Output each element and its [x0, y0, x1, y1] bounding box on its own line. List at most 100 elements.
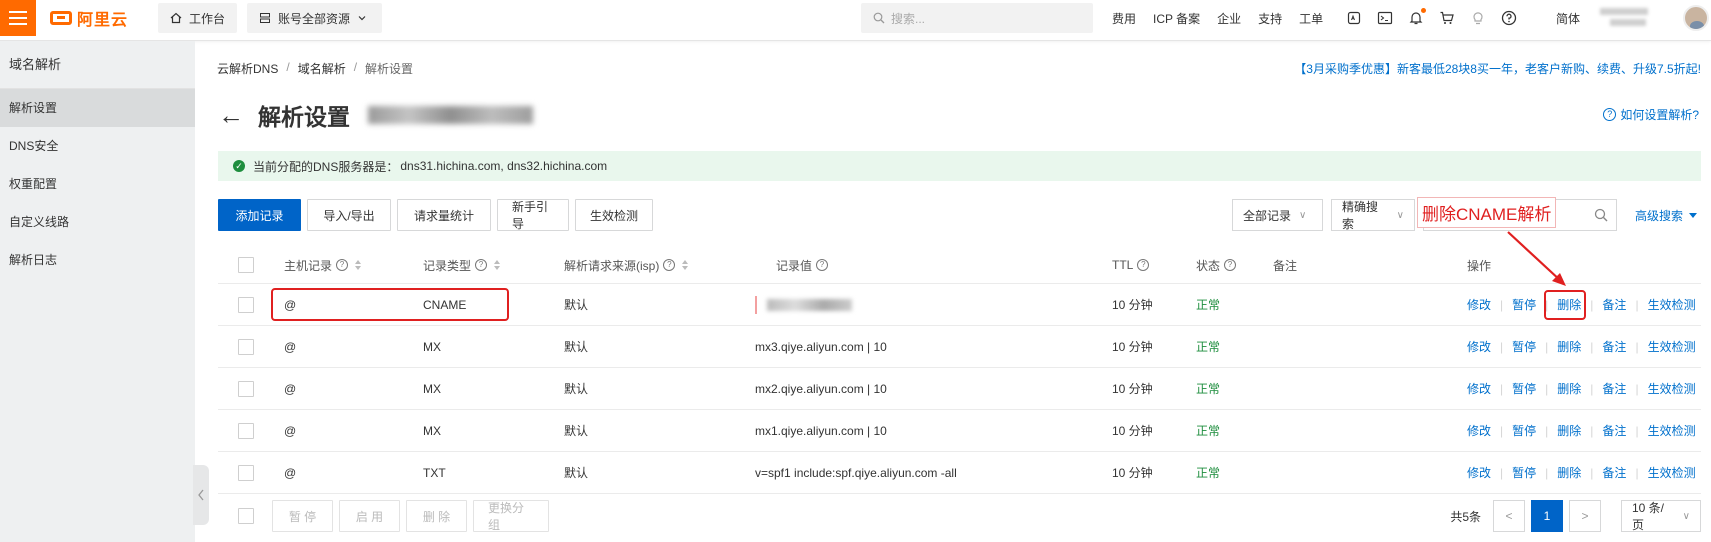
hamburger-menu-icon[interactable]: [0, 0, 36, 36]
record-value-blurred: [767, 298, 852, 311]
info-icon[interactable]: ?: [816, 259, 829, 271]
row-action-edit[interactable]: 修改: [1467, 338, 1491, 355]
sidebar-item-weight-config[interactable]: 权重配置: [0, 165, 195, 203]
info-icon[interactable]: ?: [1137, 259, 1150, 271]
next-page-button[interactable]: >: [1569, 500, 1601, 532]
batch-enable-button[interactable]: 启 用: [339, 500, 400, 532]
batch-pause-button[interactable]: 暂 停: [272, 500, 333, 532]
header-host[interactable]: 主机记录 ?: [284, 247, 362, 283]
select-all-checkbox[interactable]: [238, 257, 254, 273]
sort-icon[interactable]: [494, 260, 501, 270]
row-action-pause[interactable]: 暂停: [1512, 464, 1536, 481]
top-link-icp[interactable]: ICP 备案: [1153, 10, 1200, 27]
row-checkbox[interactable]: [238, 380, 254, 397]
promo-banner-link[interactable]: 【3月采购季优惠】新客最低28块8买一年，老客户新购、续费、升级7.5折起!: [1294, 60, 1701, 77]
info-icon[interactable]: ?: [475, 259, 488, 271]
page-size-select[interactable]: 10 条/页 ∨: [1621, 500, 1701, 532]
footer-select-all-checkbox[interactable]: [238, 508, 254, 524]
row-checkbox[interactable]: [238, 338, 254, 355]
batch-delete-button[interactable]: 删 除: [406, 500, 467, 532]
terminal-icon[interactable]: [1377, 10, 1393, 26]
row-action-edit[interactable]: 修改: [1467, 422, 1491, 439]
effect-check-button[interactable]: 生效检测: [575, 199, 653, 231]
row-action-effect-check[interactable]: 生效检测: [1648, 338, 1696, 355]
row-action-edit[interactable]: 修改: [1467, 296, 1491, 313]
info-icon[interactable]: ?: [1224, 259, 1237, 271]
notification-bell-icon[interactable]: [1408, 8, 1426, 26]
top-link-ticket[interactable]: 工单: [1299, 10, 1323, 27]
language-switch[interactable]: 简体: [1556, 10, 1580, 27]
record-status: 正常: [1196, 340, 1221, 354]
aliyun-logo[interactable]: 阿里云: [50, 7, 128, 29]
search-icon[interactable]: [1594, 208, 1608, 222]
avatar[interactable]: [1683, 5, 1709, 31]
row-action-pause[interactable]: 暂停: [1512, 338, 1536, 355]
row-action-remark[interactable]: 备注: [1602, 338, 1626, 355]
table-footer: 暂 停 启 用 删 除 更换分组 共5条 < 1 > 10 条/页 ∨: [218, 500, 1701, 534]
record-type: MX: [423, 381, 441, 396]
row-action-pause[interactable]: 暂停: [1512, 380, 1536, 397]
sidebar-collapse-handle[interactable]: [193, 465, 209, 525]
row-action-effect-check[interactable]: 生效检测: [1648, 296, 1696, 313]
sidebar-item-dns-security[interactable]: DNS安全: [0, 127, 195, 165]
search-placeholder: 搜索...: [891, 11, 926, 26]
row-checkbox[interactable]: [238, 296, 254, 313]
row-action-delete[interactable]: 删除: [1557, 464, 1581, 481]
caret-down-icon: [1689, 212, 1698, 218]
global-search-input[interactable]: 搜索...: [861, 3, 1093, 33]
row-action-effect-check[interactable]: 生效检测: [1648, 380, 1696, 397]
back-arrow-icon[interactable]: ←: [218, 102, 244, 128]
row-checkbox[interactable]: [238, 422, 254, 439]
search-mode-select[interactable]: 精确搜索 ∨: [1331, 199, 1415, 231]
sidebar-item-custom-line[interactable]: 自定义线路: [0, 203, 195, 241]
row-action-remark[interactable]: 备注: [1602, 422, 1626, 439]
breadcrumb-cloud-dns[interactable]: 云解析DNS: [217, 60, 278, 77]
info-icon[interactable]: ?: [336, 259, 349, 271]
top-link-billing[interactable]: 费用: [1112, 10, 1136, 27]
help-circle-icon[interactable]: [1501, 10, 1517, 26]
how-to-setup-help-link[interactable]: ? 如何设置解析?: [1603, 106, 1699, 123]
change-group-button[interactable]: 更换分组: [473, 500, 549, 532]
sort-icon[interactable]: [355, 260, 362, 270]
row-checkbox[interactable]: [238, 464, 254, 481]
chevron-left-icon: <: [1505, 509, 1513, 523]
row-action-edit[interactable]: 修改: [1467, 380, 1491, 397]
sidebar-title: 域名解析: [0, 41, 195, 89]
info-icon[interactable]: ?: [663, 259, 676, 271]
header-type[interactable]: 记录类型 ?: [423, 247, 501, 283]
row-action-remark[interactable]: 备注: [1602, 464, 1626, 481]
page-number[interactable]: 1: [1531, 500, 1563, 532]
row-action-pause[interactable]: 暂停: [1512, 296, 1536, 313]
account-resources-dropdown[interactable]: 账号全部资源: [247, 3, 382, 33]
top-link-enterprise[interactable]: 企业: [1217, 10, 1241, 27]
ai-assistant-icon[interactable]: [1346, 10, 1362, 26]
advanced-search-link[interactable]: 高级搜索: [1635, 207, 1698, 224]
row-action-effect-check[interactable]: 生效检测: [1648, 464, 1696, 481]
import-export-button[interactable]: 导入/导出: [307, 199, 391, 231]
workbench-button[interactable]: 工作台: [158, 3, 238, 33]
cart-icon[interactable]: [1439, 10, 1455, 26]
row-action-effect-check[interactable]: 生效检测: [1648, 422, 1696, 439]
sidebar-item-resolution-log[interactable]: 解析日志: [0, 241, 195, 279]
row-action-pause[interactable]: 暂停: [1512, 422, 1536, 439]
sidebar-item-dns-settings[interactable]: 解析设置: [0, 89, 195, 127]
row-action-delete[interactable]: 删除: [1557, 422, 1581, 439]
prev-page-button[interactable]: <: [1493, 500, 1525, 532]
beginner-guide-button[interactable]: 新手引导: [497, 199, 569, 231]
header-isp[interactable]: 解析请求来源(isp) ?: [564, 247, 689, 283]
request-stats-button[interactable]: 请求量统计: [397, 199, 491, 231]
top-link-support[interactable]: 支持: [1258, 10, 1282, 27]
row-action-edit[interactable]: 修改: [1467, 464, 1491, 481]
record-filter-select[interactable]: 全部记录 ∨: [1232, 199, 1323, 231]
lightbulb-icon[interactable]: [1470, 10, 1486, 26]
breadcrumb-separator: /: [286, 60, 290, 74]
account-name-blurred[interactable]: [1600, 4, 1650, 34]
row-action-remark[interactable]: 备注: [1602, 296, 1626, 313]
breadcrumb-domain-resolution[interactable]: 域名解析: [298, 60, 346, 77]
row-action-delete[interactable]: 删除: [1557, 338, 1581, 355]
row-action-delete[interactable]: 删除: [1557, 380, 1581, 397]
sort-icon[interactable]: [682, 260, 689, 270]
row-action-remark[interactable]: 备注: [1602, 380, 1626, 397]
annotation-label: 删除CNAME解析: [1417, 197, 1557, 228]
add-record-button[interactable]: 添加记录: [218, 199, 301, 231]
